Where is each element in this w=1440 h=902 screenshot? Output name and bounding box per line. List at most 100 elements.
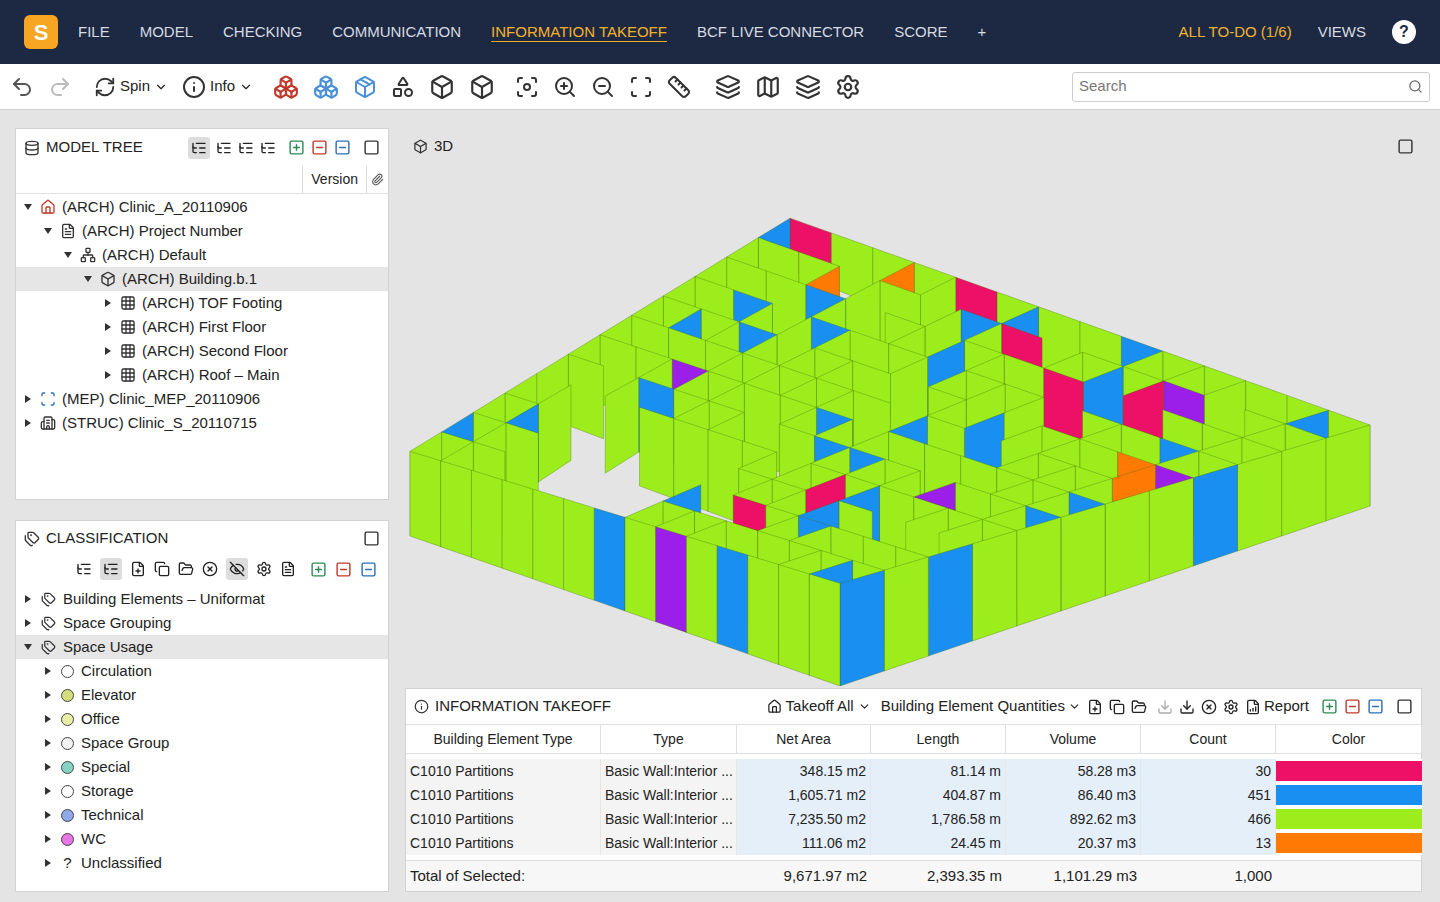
- expand-arrow-icon[interactable]: [42, 737, 54, 749]
- copy-icon[interactable]: [1109, 699, 1125, 715]
- expand-all-icon[interactable]: [1321, 698, 1338, 715]
- collapse-all-icon[interactable]: [335, 561, 352, 578]
- classification-row[interactable]: WC: [16, 827, 388, 851]
- fit-icon[interactable]: [515, 75, 539, 99]
- hide-icon[interactable]: [313, 74, 339, 100]
- classification-row[interactable]: Space Usage: [16, 635, 388, 659]
- transparency-icon[interactable]: [391, 75, 415, 99]
- tree-row[interactable]: (ARCH) First Floor: [16, 315, 388, 339]
- maximize-icon[interactable]: [1396, 698, 1413, 715]
- info-button[interactable]: Info: [182, 75, 253, 99]
- maximize-icon[interactable]: [1397, 138, 1414, 155]
- menu-item[interactable]: FILE: [78, 21, 110, 44]
- edit-icon[interactable]: [280, 561, 296, 577]
- tree-row[interactable]: (ARCH) Default: [16, 243, 388, 267]
- report-button[interactable]: Report: [1245, 695, 1309, 718]
- expand-all-icon[interactable]: [288, 139, 305, 156]
- import-icon[interactable]: [1157, 699, 1173, 715]
- table-row[interactable]: C1010 PartitionsBasic Wall:Interior ...7…: [406, 807, 1421, 831]
- building-model-render[interactable]: [405, 164, 1422, 686]
- classification-row[interactable]: Circulation: [16, 659, 388, 683]
- todo-button[interactable]: ALL TO-DO (1/6): [1179, 21, 1292, 44]
- column-header[interactable]: Length: [871, 725, 1006, 753]
- expand-arrow-icon[interactable]: [42, 689, 54, 701]
- classification-row[interactable]: Office: [16, 707, 388, 731]
- expand-arrow-icon[interactable]: [42, 665, 54, 677]
- maximize-icon[interactable]: [363, 139, 380, 156]
- column-header[interactable]: Count: [1141, 725, 1276, 753]
- column-header[interactable]: Net Area: [737, 725, 871, 753]
- expand-arrow-icon[interactable]: [22, 593, 34, 605]
- clear-icon[interactable]: [1201, 699, 1217, 715]
- list-view-icon[interactable]: [103, 561, 119, 577]
- classification-row[interactable]: Space Group: [16, 731, 388, 755]
- minimize-icon[interactable]: [360, 561, 377, 578]
- color-swatch[interactable]: [1276, 759, 1422, 783]
- floor-plan-icon[interactable]: [715, 74, 741, 100]
- menu-item[interactable]: BCF LIVE CONNECTOR: [697, 21, 864, 44]
- menu-item[interactable]: MODEL: [140, 21, 193, 44]
- expand-arrow-icon[interactable]: [22, 417, 34, 429]
- help-button[interactable]: ?: [1392, 20, 1416, 44]
- expand-arrow-icon[interactable]: [22, 617, 34, 629]
- zoom-selected-icon[interactable]: [629, 75, 653, 99]
- open-icon[interactable]: [1131, 699, 1147, 715]
- color-swatch[interactable]: [1276, 807, 1422, 831]
- export-icon[interactable]: [1179, 699, 1195, 715]
- menu-item[interactable]: +: [978, 21, 987, 44]
- expand-arrow-icon[interactable]: [22, 393, 34, 405]
- app-logo[interactable]: S: [24, 15, 58, 49]
- collapse-all-icon[interactable]: [311, 139, 328, 156]
- menu-item[interactable]: CHECKING: [223, 21, 302, 44]
- classification-row[interactable]: Space Grouping: [16, 611, 388, 635]
- collapse-arrow-icon[interactable]: [42, 225, 54, 237]
- table-row[interactable]: C1010 PartitionsBasic Wall:Interior ...3…: [406, 759, 1421, 783]
- views-button[interactable]: VIEWS: [1318, 21, 1366, 44]
- minimize-icon[interactable]: [1367, 698, 1384, 715]
- tree-view-icon[interactable]: [76, 561, 92, 577]
- expand-arrow-icon[interactable]: [42, 785, 54, 797]
- tree-view-icon[interactable]: [191, 140, 207, 156]
- spin-button[interactable]: Spin: [94, 75, 168, 98]
- collapse-arrow-icon[interactable]: [82, 273, 94, 285]
- tree-row[interactable]: (STRUC) Clinic_S_20110715: [16, 411, 388, 435]
- open-icon[interactable]: [178, 561, 194, 577]
- expand-arrow-icon[interactable]: [42, 857, 54, 869]
- expand-arrow-icon[interactable]: [42, 761, 54, 773]
- classification-row[interactable]: Elevator: [16, 683, 388, 707]
- menu-item[interactable]: SCORE: [894, 21, 947, 44]
- tree-row[interactable]: (MEP) Clinic_MEP_20110906: [16, 387, 388, 411]
- expand-arrow-icon[interactable]: [102, 345, 114, 357]
- expand-arrow-icon[interactable]: [42, 809, 54, 821]
- expand-arrow-icon[interactable]: [42, 833, 54, 845]
- type-view-icon[interactable]: [238, 140, 254, 156]
- table-row[interactable]: C1010 PartitionsBasic Wall:Interior ...1…: [406, 831, 1421, 855]
- tree-row[interactable]: (ARCH) Project Number: [16, 219, 388, 243]
- zoom-out-icon[interactable]: [591, 75, 615, 99]
- zoom-in-icon[interactable]: [553, 75, 577, 99]
- column-header[interactable]: Volume: [1006, 725, 1141, 753]
- classification-row[interactable]: Technical: [16, 803, 388, 827]
- tree-row[interactable]: (ARCH) TOF Footing: [16, 291, 388, 315]
- isolate-icon[interactable]: [353, 75, 377, 99]
- tree-row[interactable]: (ARCH) Building.b.1: [16, 267, 388, 291]
- new-icon[interactable]: [130, 561, 146, 577]
- expand-arrow-icon[interactable]: [102, 297, 114, 309]
- map-icon[interactable]: [755, 74, 781, 100]
- new-takeoff-icon[interactable]: [1087, 699, 1103, 715]
- tree-row[interactable]: (ARCH) Clinic_A_20110906: [16, 195, 388, 219]
- redo-icon[interactable]: [48, 75, 72, 99]
- classification-row[interactable]: ?Unclassified: [16, 851, 388, 875]
- classification-row[interactable]: Storage: [16, 779, 388, 803]
- classification-row[interactable]: Building Elements – Uniformat: [16, 587, 388, 611]
- color-swatch[interactable]: [1276, 831, 1422, 855]
- expand-arrow-icon[interactable]: [42, 713, 54, 725]
- menu-item[interactable]: COMMUNICATION: [332, 21, 461, 44]
- space-view-icon[interactable]: [260, 140, 276, 156]
- expand-arrow-icon[interactable]: [102, 321, 114, 333]
- copy-icon[interactable]: [154, 561, 170, 577]
- collapse-arrow-icon[interactable]: [22, 201, 34, 213]
- settings-icon[interactable]: [256, 561, 272, 577]
- clear-icon[interactable]: [202, 561, 218, 577]
- hide-unclassified-icon[interactable]: [229, 561, 245, 577]
